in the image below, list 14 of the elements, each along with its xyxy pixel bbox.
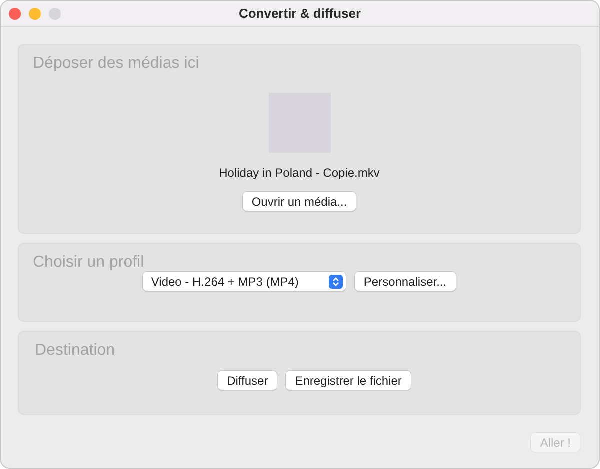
section-title: Choisir un profil [33, 254, 144, 272]
profile-select[interactable]: Video - H.264 + MP3 (MP4) [143, 272, 346, 291]
close-icon[interactable] [9, 8, 21, 20]
minimize-icon[interactable] [29, 8, 41, 20]
section-title: Destination [35, 342, 116, 360]
stream-button[interactable]: Diffuser [218, 371, 278, 390]
customize-button[interactable]: Personnaliser... [354, 272, 456, 291]
file-name: Holiday in Poland - Copie.mkv [219, 166, 380, 180]
zoom-icon[interactable] [49, 8, 61, 20]
section-title: Déposer des médias ici [33, 55, 200, 73]
save-file-button[interactable]: Enregistrer le fichier [286, 371, 411, 390]
open-media-button[interactable]: Ouvrir un média... [242, 192, 356, 211]
window-title: Convertir & diffuser [238, 6, 362, 21]
stepper-icon [328, 274, 343, 288]
